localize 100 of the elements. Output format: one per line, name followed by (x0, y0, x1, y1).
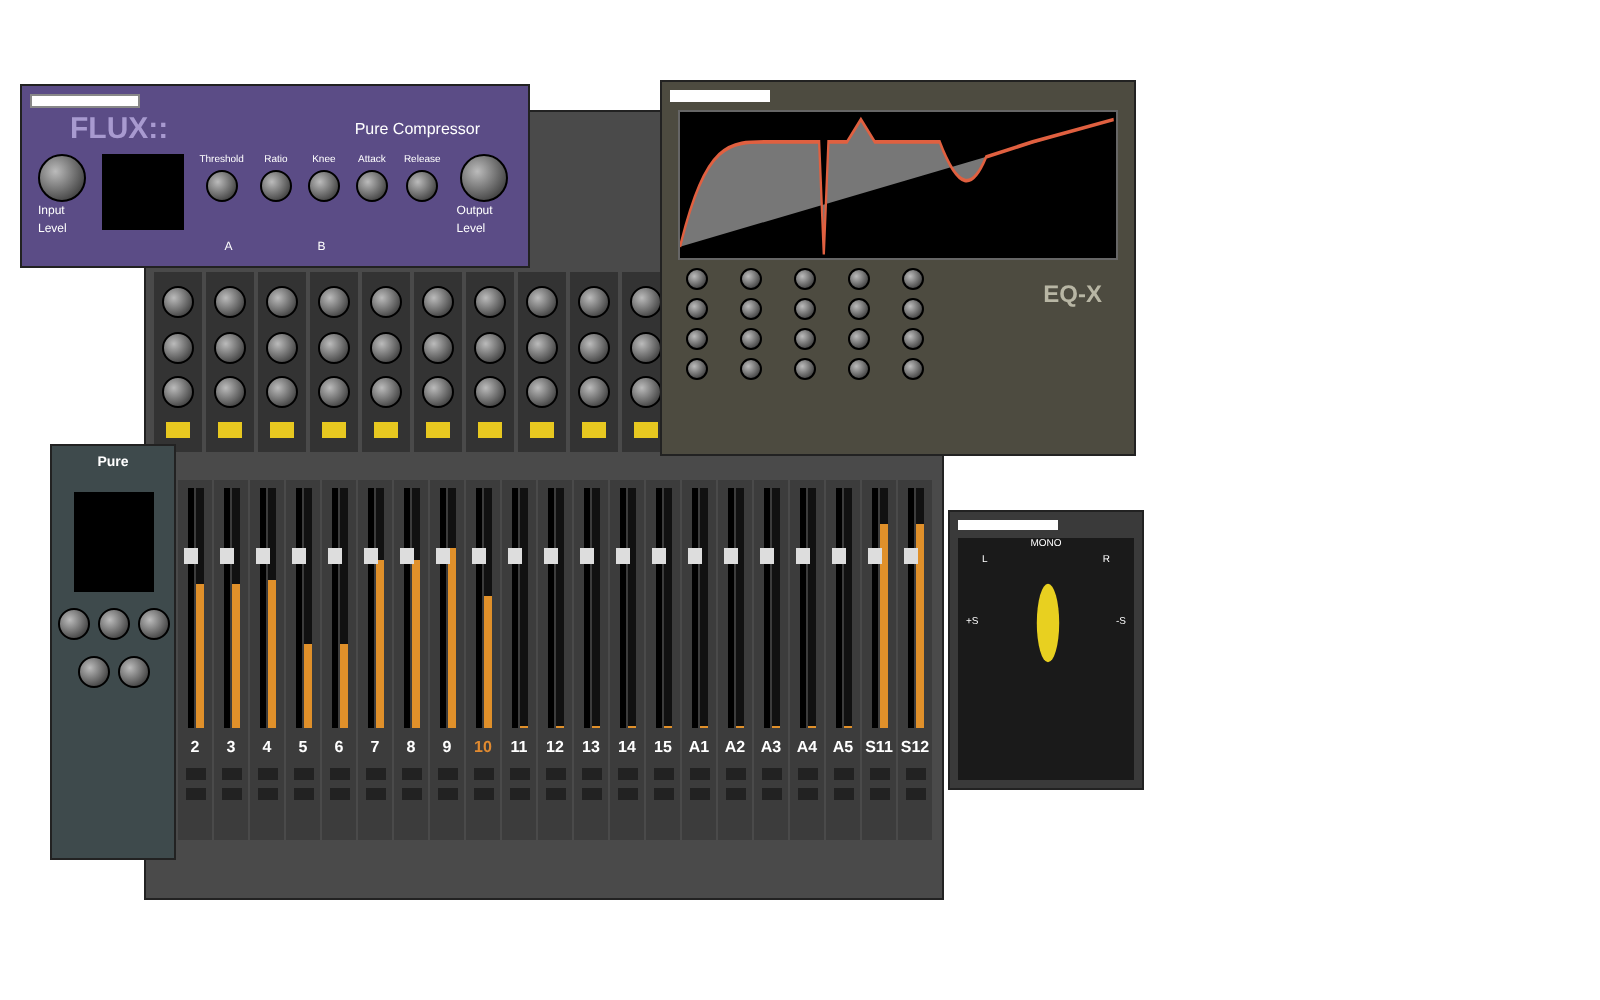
knob[interactable] (578, 376, 610, 409)
channel-number[interactable]: 10 (474, 736, 492, 760)
channel-number[interactable]: S11 (865, 736, 893, 760)
strip-tool-icon[interactable] (374, 421, 398, 438)
knob[interactable] (902, 358, 924, 380)
strip-tool-icon[interactable] (634, 421, 658, 438)
knob[interactable] (422, 286, 454, 319)
channel-number[interactable]: 7 (370, 736, 380, 760)
knob[interactable] (902, 268, 924, 290)
knob[interactable] (526, 376, 558, 409)
knob[interactable] (526, 286, 558, 319)
knob[interactable] (406, 170, 439, 202)
knob[interactable] (630, 286, 662, 319)
knob[interactable] (686, 328, 708, 350)
fader-handle[interactable] (327, 548, 341, 564)
channel-number[interactable]: 6 (334, 736, 344, 760)
knob[interactable] (474, 376, 506, 409)
channel-number[interactable]: A1 (688, 736, 710, 760)
channel-number[interactable]: 13 (582, 736, 600, 760)
fader-handle[interactable] (291, 548, 305, 564)
knob[interactable] (266, 376, 298, 409)
fader-handle[interactable] (615, 548, 629, 564)
channel-number[interactable]: S12 (900, 736, 930, 760)
knob[interactable] (474, 286, 506, 319)
knob[interactable] (422, 331, 454, 364)
strip-tool-icon[interactable] (218, 421, 242, 438)
knob[interactable] (214, 376, 246, 409)
knob[interactable] (902, 328, 924, 350)
knob[interactable] (686, 298, 708, 320)
knob[interactable] (630, 331, 662, 364)
knob[interactable] (162, 286, 194, 319)
fader-handle[interactable] (183, 548, 197, 564)
fader-handle[interactable] (579, 548, 593, 564)
knob[interactable] (307, 170, 340, 202)
knob[interactable] (902, 298, 924, 320)
knob[interactable] (578, 286, 610, 319)
channel-number[interactable]: 14 (618, 736, 636, 760)
knob[interactable] (422, 376, 454, 409)
fader-handle[interactable] (255, 548, 269, 564)
knob[interactable] (370, 331, 402, 364)
fader-handle[interactable] (219, 548, 233, 564)
strip-tool-icon[interactable] (582, 421, 606, 438)
knob[interactable] (370, 376, 402, 409)
fader-handle[interactable] (543, 548, 557, 564)
knob[interactable] (740, 298, 762, 320)
fader-handle[interactable] (867, 548, 881, 564)
knob[interactable] (794, 298, 816, 320)
knob[interactable] (137, 607, 169, 639)
strip-tool-icon[interactable] (166, 421, 190, 438)
knob[interactable] (214, 286, 246, 319)
channel-number[interactable]: 9 (442, 736, 452, 760)
knob[interactable] (630, 376, 662, 409)
strip-tool-icon[interactable] (426, 421, 450, 438)
knob[interactable] (318, 286, 350, 319)
knob[interactable] (474, 331, 506, 364)
knob[interactable] (266, 286, 298, 319)
knob[interactable] (848, 298, 870, 320)
fader-handle[interactable] (759, 548, 773, 564)
channel-number[interactable]: 12 (546, 736, 564, 760)
channel-number[interactable]: 8 (406, 736, 416, 760)
strip-tool-icon[interactable] (322, 421, 346, 438)
knob[interactable] (794, 358, 816, 380)
knob[interactable] (57, 607, 89, 639)
knob[interactable] (848, 268, 870, 290)
knob[interactable] (117, 655, 149, 687)
knob[interactable] (848, 328, 870, 350)
fader-handle[interactable] (507, 548, 521, 564)
knob[interactable] (162, 376, 194, 409)
channel-number[interactable]: A4 (796, 736, 818, 760)
fader-handle[interactable] (795, 548, 809, 564)
fader-handle[interactable] (903, 548, 917, 564)
knob[interactable] (460, 153, 509, 201)
knob[interactable] (97, 607, 129, 639)
strip-tool-icon[interactable] (478, 421, 502, 438)
channel-number[interactable]: 11 (510, 736, 528, 760)
channel-number[interactable]: A5 (832, 736, 854, 760)
fader-handle[interactable] (687, 548, 701, 564)
channel-number[interactable]: A2 (724, 736, 746, 760)
knob[interactable] (686, 268, 708, 290)
strip-tool-icon[interactable] (270, 421, 294, 438)
knob[interactable] (794, 268, 816, 290)
channel-number[interactable]: 2 (190, 736, 200, 760)
knob[interactable] (526, 331, 558, 364)
fader-handle[interactable] (471, 548, 485, 564)
knob[interactable] (740, 358, 762, 380)
fader-handle[interactable] (435, 548, 449, 564)
knob[interactable] (740, 268, 762, 290)
knob[interactable] (578, 331, 610, 364)
fader-handle[interactable] (651, 548, 665, 564)
knob[interactable] (370, 286, 402, 319)
knob[interactable] (355, 170, 388, 202)
fader-handle[interactable] (723, 548, 737, 564)
channel-number[interactable]: 5 (298, 736, 308, 760)
channel-number[interactable]: A3 (760, 736, 782, 760)
knob[interactable] (848, 358, 870, 380)
knob[interactable] (266, 331, 298, 364)
strip-tool-icon[interactable] (530, 421, 554, 438)
channel-number[interactable]: 15 (654, 736, 672, 760)
knob[interactable] (686, 358, 708, 380)
knob[interactable] (214, 331, 246, 364)
